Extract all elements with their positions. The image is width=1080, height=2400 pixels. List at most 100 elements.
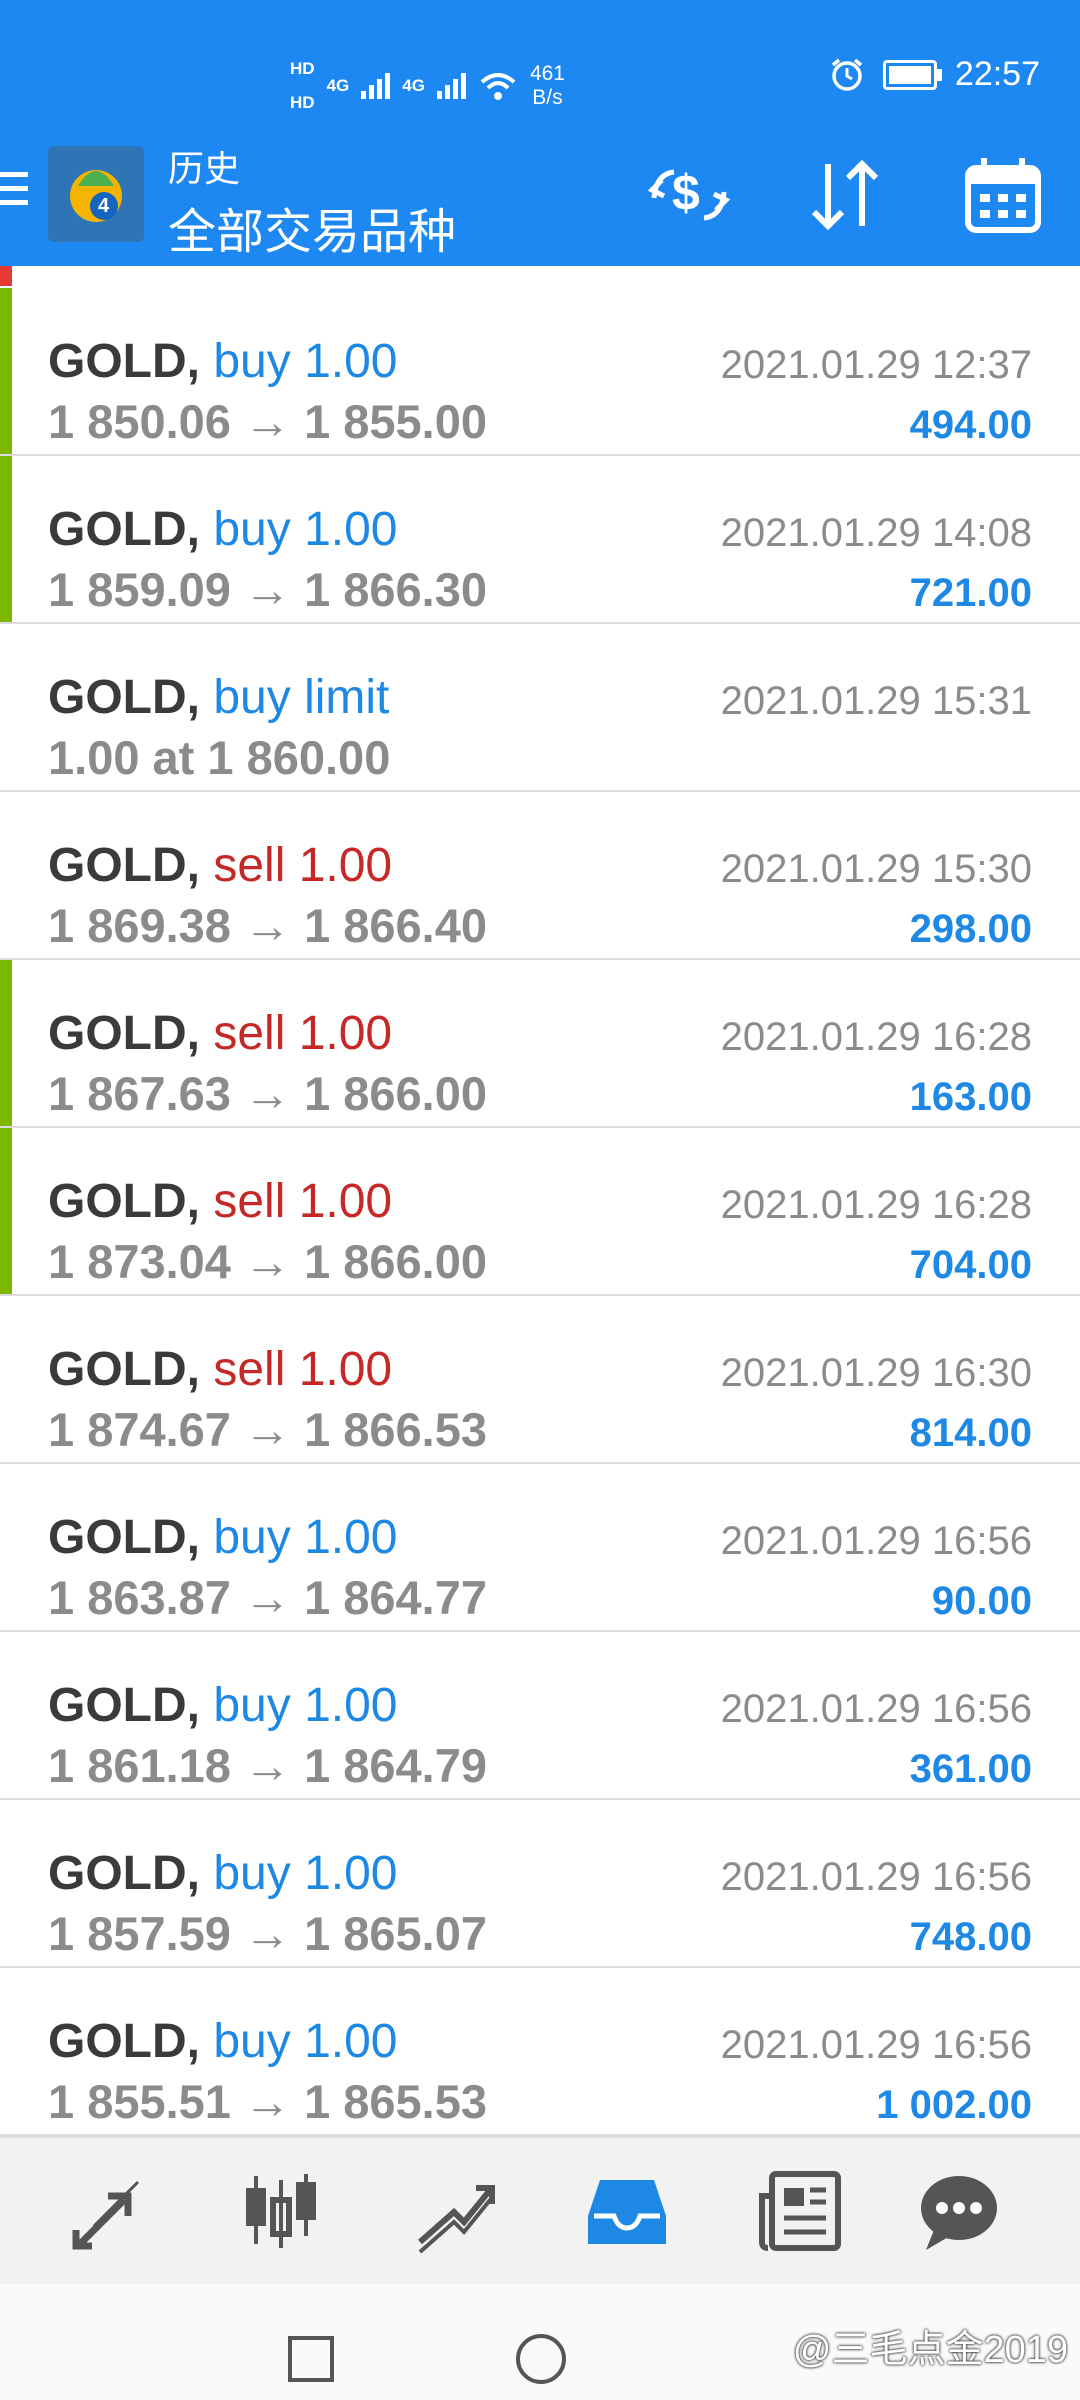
trade-time: 2021.01.29 15:31 [720,679,1032,723]
symbol-name: GOLD, [48,503,200,556]
swap-currency-icon[interactable]: $ [644,150,734,240]
trade-profit: 494.00 [909,403,1032,447]
symbol-name: GOLD, [48,1175,200,1228]
trade-row[interactable]: GOLD, buy 1.00 1 859.09 → 1 866.30 2021.01… [0,456,1080,624]
status-right: 22:57 [829,55,1040,94]
trade-row[interactable]: GOLD, sell 1.00 1 873.04 → 1 866.00 2021.0… [0,1128,1080,1296]
trade-prices: 1 857.59 → 1 865.07 [48,1907,488,1960]
wifi-icon [480,73,516,100]
trade-time: 2021.01.29 16:30 [720,1351,1032,1395]
symbol-name: GOLD, [48,839,200,892]
trade-type: sell 1.00 [213,1007,393,1060]
trade-symbol: GOLD, sell 1.00 [48,1174,392,1230]
trade-type: buy limit [213,671,390,724]
watermark: @三毛点金2019 [792,2329,1068,2371]
chart-candles-icon[interactable] [236,2166,326,2256]
network-speed-unit: B/s [532,86,563,109]
trade-row[interactable]: GOLD, buy 1.00 1 850.06 → 1 855.00 2021.01… [0,288,1080,456]
recent-apps-button[interactable] [288,2336,334,2382]
trade-symbol: GOLD, buy 1.00 [48,502,398,558]
trade-row[interactable]: GOLD, buy 1.00 1 861.18 → 1 864.79 2021.01… [0,1632,1080,1800]
trade-row[interactable]: GOLD, buy 1.00 1 857.59 → 1 865.07 2021.01… [0,1800,1080,1968]
trade-time: 2021.01.29 15:30 [720,847,1032,891]
alarm-icon [831,58,863,91]
trade-time: 2021.01.29 16:56 [720,1687,1032,1731]
trade-type: buy 1.00 [213,1511,398,1564]
trade-prices: 1 863.87 → 1 864.77 [48,1571,488,1624]
trade-profit: 704.00 [909,1243,1032,1287]
trade-prices: 1 850.06 → 1 855.00 [48,395,488,448]
app-header: HD HD 4G 4G 461 B/s 22:57 4 历史 全部交易品种 $ [0,0,1080,266]
trade-time: 2021.01.29 12:37 [720,343,1032,387]
trade-time: 2021.01.29 16:28 [720,1015,1032,1059]
history-inbox-icon[interactable] [582,2166,672,2256]
symbol-name: GOLD, [48,1847,200,1900]
trade-type: buy 1.00 [213,2015,398,2068]
network-speed-value: 461 [529,62,565,85]
news-icon[interactable] [756,2166,846,2256]
trade-row[interactable]: GOLD, sell 1.00 1 867.63 → 1 866.00 2021.0… [0,960,1080,1128]
symbol-name: GOLD, [48,1343,200,1396]
header-subtitle[interactable]: 全部交易品种 [168,192,456,262]
svg-text:4: 4 [98,195,110,217]
trade-lines-icon[interactable] [410,2166,500,2256]
clock: 22:57 [954,55,1040,93]
trade-profit: 814.00 [909,1411,1032,1455]
network-speed: 461 B/s [530,62,565,110]
trade-row[interactable]: GOLD, buy 1.00 1 863.87 → 1 864.77 2021.01… [0,1464,1080,1632]
battery-icon [882,59,942,90]
trade-profit: 1 002.00 [876,2083,1032,2127]
symbol-name: GOLD, [48,1007,200,1060]
trade-time: 2021.01.29 16:28 [720,1183,1032,1227]
trade-prices: 1 855.51 → 1 865.53 [48,2075,488,2128]
trade-prices: 1 869.38 → 1 866.40 [48,899,488,952]
trade-profit: 748.00 [909,1915,1032,1959]
status-left: HD HD 4G 4G 461 B/s [290,52,565,120]
trade-symbol: GOLD, sell 1.00 [48,838,392,894]
trade-time: 2021.01.29 14:08 [720,511,1032,555]
trade-symbol: GOLD, buy 1.00 [48,1846,398,1902]
trade-prices: 1 867.63 → 1 866.00 [48,1067,488,1120]
closed-position-bar [0,456,12,622]
home-button[interactable] [516,2334,566,2384]
trade-type: sell 1.00 [213,839,393,892]
trade-time: 2021.01.29 16:56 [720,1519,1032,1563]
chat-icon[interactable] [914,2166,1004,2256]
trade-type: sell 1.00 [213,1175,393,1228]
signal-icon-1 [361,73,391,99]
trade-profit: 361.00 [909,1747,1032,1791]
trade-symbol: GOLD, sell 1.00 [48,1342,392,1398]
trade-row[interactable]: GOLD, buy limit 1.00 at 1 860.00 2021.01.2… [0,624,1080,792]
symbol-name: GOLD, [48,1679,200,1732]
trade-row[interactable]: GOLD, sell 1.00 1 874.67 → 1 866.53 2021.0… [0,1296,1080,1464]
calendar-icon[interactable] [958,150,1048,240]
menu-icon[interactable] [0,172,28,214]
trade-symbol: GOLD, buy 1.00 [48,334,398,390]
trade-symbol: GOLD, buy 1.00 [48,2014,398,2070]
sort-icon[interactable] [800,150,890,240]
net1-label: 4G [326,76,350,95]
history-list[interactable]: GOLD, buy 1.00 1 850.06 → 1 855.00 2021.01… [0,266,1080,2136]
trade-profit: 721.00 [909,571,1032,615]
closed-position-bar [0,960,12,1126]
trade-symbol: GOLD, buy limit [48,670,389,726]
trade-prices: 1.00 at 1 860.00 [48,731,391,784]
trade-time: 2021.01.29 16:56 [720,2023,1032,2067]
quotes-arrows-icon[interactable] [64,2166,154,2256]
header-title: 历史 [168,148,241,189]
trade-prices: 1 873.04 → 1 866.00 [48,1235,488,1288]
trade-type: buy 1.00 [213,335,398,388]
trade-row[interactable]: GOLD, sell 1.00 1 869.38 → 1 866.40 2021.0… [0,792,1080,960]
trade-row[interactable]: GOLD, buy 1.00 1 855.51 → 1 865.53 2021.01… [0,1968,1080,2136]
trade-prices: 1 861.18 → 1 864.79 [48,1739,488,1792]
trade-type: buy 1.00 [213,503,398,556]
closed-position-bar [0,1128,12,1294]
svg-text:$: $ [672,165,700,221]
symbol-name: GOLD, [48,335,200,388]
symbol-name: GOLD, [48,671,200,724]
trade-profit: 298.00 [909,907,1032,951]
trade-type: buy 1.00 [213,1679,398,1732]
status-bar: HD HD 4G 4G 461 B/s 22:57 [0,0,1080,150]
app-logo: 4 [48,146,144,242]
trade-time: 2021.01.29 16:56 [720,1855,1032,1899]
